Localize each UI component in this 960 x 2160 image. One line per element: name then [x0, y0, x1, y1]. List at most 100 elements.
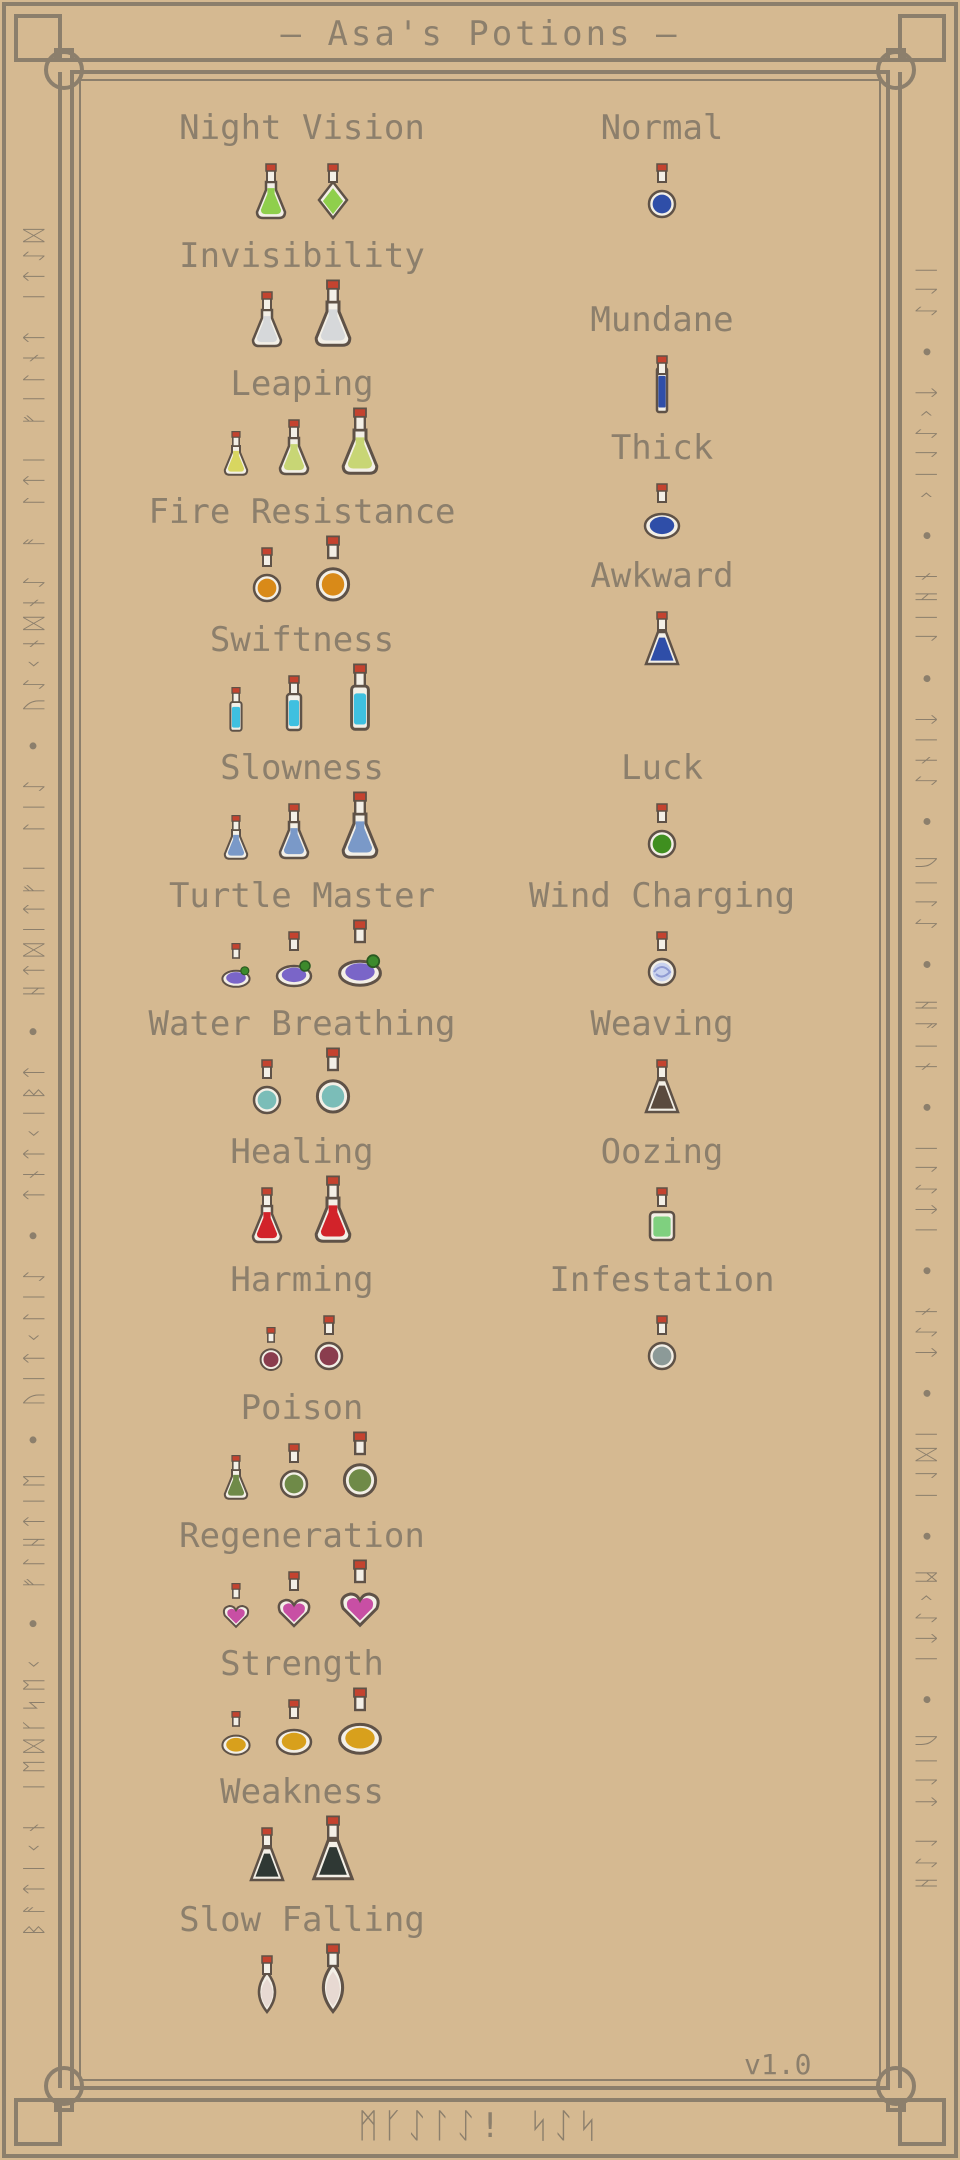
potion-name: Slow Falling	[179, 1900, 425, 1940]
potion-bottle-icon	[251, 291, 283, 348]
potion-group: Wind Charging	[452, 876, 872, 990]
potion-bottle-row	[247, 1175, 357, 1246]
potion-bottle-icon	[315, 1047, 351, 1114]
potion-group: Water Breathing	[92, 1004, 512, 1118]
potion-bottle-icon	[311, 1815, 355, 1881]
potion-group: Weakness	[92, 1772, 512, 1886]
right-rune-border: ᛁᛚᛇ • ᛏᚲᛇᛚᛁᚲ • ᚾᚺᛁᛚ • ᛏᛁᚾᛇ • ᚢᛁᛚᛇ • ᚺᚨᛁᚾ…	[912, 263, 940, 1897]
potion-group: Slowness	[92, 748, 512, 862]
potion-bottle-icon	[275, 1699, 313, 1756]
potion-bottle-row	[247, 279, 357, 350]
potion-group: Awkward	[452, 556, 872, 670]
potion-bottle-icon	[255, 163, 287, 220]
potion-name: Slowness	[220, 748, 384, 788]
potion-bottle-row	[642, 1304, 682, 1374]
potion-bottle-icon	[257, 1955, 277, 2014]
potion-group: Invisibility	[92, 236, 512, 350]
potion-name: Invisibility	[179, 236, 425, 276]
potion-bottle-icon	[340, 1559, 380, 1628]
potion-bottle-icon	[249, 1827, 285, 1882]
potion-name: Healing	[230, 1132, 374, 1172]
potion-group: Turtle Master	[92, 876, 512, 990]
potion-name: Poison	[240, 1388, 364, 1428]
potion-group: Infestation	[452, 1260, 872, 1374]
potion-group: Thick	[452, 428, 872, 542]
potion-bottle-icon	[279, 1443, 309, 1499]
potion-bottle-row	[642, 920, 682, 990]
potion-bottle-row	[247, 535, 357, 606]
potion-bottle-icon	[229, 687, 243, 732]
potion-group: Leaping	[92, 364, 512, 478]
potion-bottle-icon	[278, 419, 310, 476]
potion-group: Slow Falling	[92, 1900, 512, 2014]
potion-name: Thick	[610, 428, 714, 468]
potion-bottle-row	[247, 1943, 357, 2014]
potion-bottle-icon	[321, 1943, 345, 2014]
potion-group: Oozing	[452, 1132, 872, 1246]
potion-group: Strength	[92, 1644, 512, 1758]
potion-bottle-row	[642, 600, 682, 670]
potion-bottle-row	[220, 1559, 384, 1630]
potion-bottle-icon	[314, 279, 352, 347]
potion-name: Strength	[220, 1644, 384, 1684]
potion-bottle-icon	[222, 1583, 250, 1629]
potion-name: Normal	[600, 108, 724, 148]
potion-bottle-row	[220, 663, 384, 734]
potion-name: Night Vision	[179, 108, 425, 148]
potion-bottle-icon	[223, 815, 249, 860]
potion-bottle-icon	[223, 431, 249, 476]
potion-bottle-icon	[259, 1327, 283, 1371]
potion-bottle-row	[247, 1815, 357, 1886]
potion-bottle-icon	[252, 1059, 282, 1115]
potion-bottle-row	[220, 919, 384, 990]
potion-bottle-row	[642, 344, 682, 414]
potion-bottle-icon	[647, 1315, 677, 1371]
page-title: — Asa's Potions —	[280, 14, 680, 54]
potion-bottle-icon	[221, 1711, 251, 1756]
potion-bottle-row	[642, 152, 682, 222]
potion-bottle-icon	[643, 483, 681, 540]
potion-name: Fire Resistance	[148, 492, 456, 532]
potion-group: Harming	[92, 1260, 512, 1374]
potion-name: Water Breathing	[148, 1004, 456, 1044]
potion-name: Leaping	[230, 364, 374, 404]
potion-bottle-icon	[648, 1187, 676, 1242]
potion-group: Swiftness	[92, 620, 512, 734]
version-label: v1.0	[744, 2048, 812, 2081]
potion-name: Wind Charging	[528, 876, 796, 916]
potion-name: Luck	[621, 748, 703, 788]
potion-bottle-row	[255, 1304, 349, 1374]
potion-name: Mundane	[590, 300, 734, 340]
potion-bottle-icon	[644, 1059, 680, 1114]
potion-group: Night Vision	[92, 108, 512, 222]
potion-bottle-icon	[252, 547, 282, 603]
potion-bottle-row	[247, 1047, 357, 1118]
potion-bottle-row	[642, 792, 682, 862]
potion-name: Turtle Master	[168, 876, 436, 916]
potion-bottle-row	[220, 791, 384, 862]
potion-bottle-icon	[647, 803, 677, 859]
potion-group: Normal	[452, 108, 872, 222]
potion-bottle-icon	[317, 163, 349, 221]
potion-bottle-row	[220, 1687, 384, 1758]
left-rune-border: ᛒᚨᛏᛁᚲᚾ ᛁᛖᛞᚴᛋᛖᚲ • ᚠᛚᚺᛏᛁᛖ • ᚢᛁᛏᚲᛚᛁᛇ • ᛏᚾᛏᚲ…	[20, 222, 48, 1938]
potion-group: Weaving	[452, 1004, 872, 1118]
potion-group: Healing	[92, 1132, 512, 1246]
potion-bottle-row	[220, 1431, 384, 1502]
potion-group: Poison	[92, 1388, 512, 1502]
potion-bottle-icon	[341, 407, 379, 475]
potion-bottle-row	[642, 472, 682, 542]
potion-group: Mundane	[452, 300, 872, 414]
potion-bottle-icon	[314, 1315, 344, 1371]
potion-bottle-row	[251, 152, 353, 222]
potion-bottle-icon	[338, 1687, 382, 1755]
potion-name: Oozing	[600, 1132, 724, 1172]
potion-bottle-icon	[341, 791, 379, 859]
potion-bottle-icon	[647, 931, 677, 987]
potion-bottle-icon	[647, 163, 677, 219]
potion-name: Weaving	[590, 1004, 734, 1044]
potion-name: Regeneration	[179, 1516, 425, 1556]
potion-bottle-icon	[285, 675, 303, 732]
potion-bottle-icon	[338, 919, 382, 987]
potion-bottle-row	[642, 1176, 682, 1246]
